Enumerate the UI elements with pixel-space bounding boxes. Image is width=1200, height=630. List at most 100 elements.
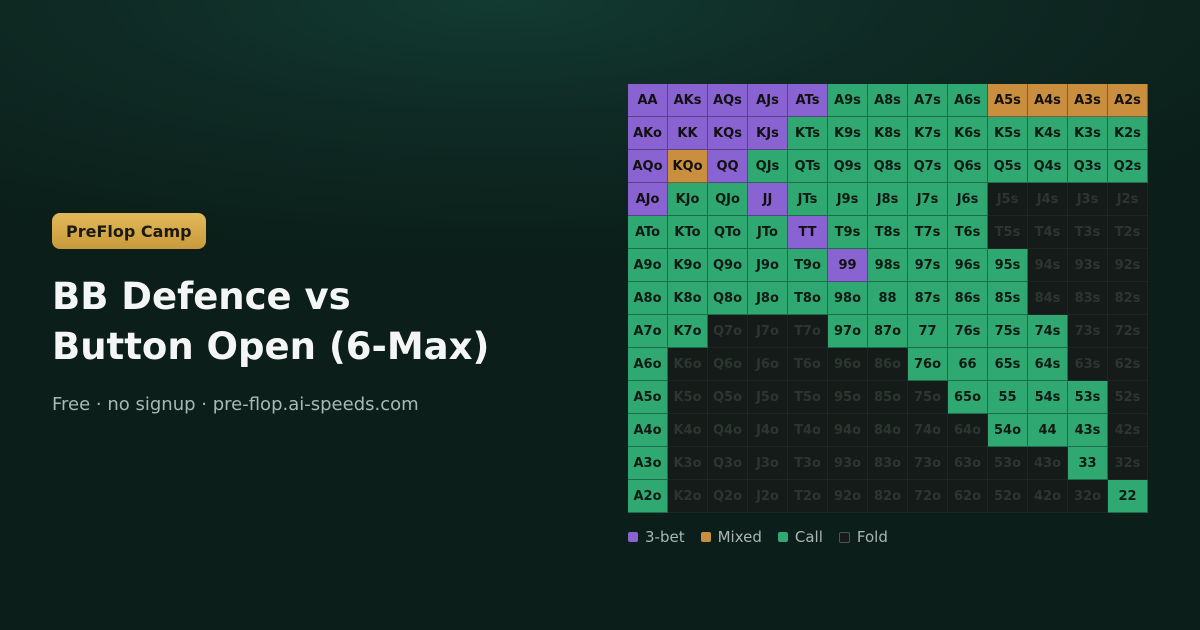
- hand-cell-98o: 98o: [828, 282, 868, 315]
- hand-cell-74o: 74o: [908, 414, 948, 447]
- hand-cell-K2s: K2s: [1108, 117, 1148, 150]
- page-title: BB Defence vs Button Open (6-Max): [52, 272, 572, 372]
- hand-cell-KJs: KJs: [748, 117, 788, 150]
- hand-cell-T8o: T8o: [788, 282, 828, 315]
- hand-cell-86s: 86s: [948, 282, 988, 315]
- hand-cell-QQ: QQ: [708, 150, 748, 183]
- hand-cell-85s: 85s: [988, 282, 1028, 315]
- hand-cell-42o: 42o: [1028, 480, 1068, 513]
- hand-cell-T3o: T3o: [788, 447, 828, 480]
- hand-cell-64o: 64o: [948, 414, 988, 447]
- hand-cell-T4o: T4o: [788, 414, 828, 447]
- hand-cell-T7s: T7s: [908, 216, 948, 249]
- hand-cell-Q8o: Q8o: [708, 282, 748, 315]
- hand-cell-55: 55: [988, 381, 1028, 414]
- hand-cell-K9o: K9o: [668, 249, 708, 282]
- hand-cell-KQs: KQs: [708, 117, 748, 150]
- hand-cell-85o: 85o: [868, 381, 908, 414]
- hand-cell-63s: 63s: [1068, 348, 1108, 381]
- hand-cell-K6o: K6o: [668, 348, 708, 381]
- hand-cell-KK: KK: [668, 117, 708, 150]
- hand-cell-J8s: J8s: [868, 183, 908, 216]
- hand-cell-T2s: T2s: [1108, 216, 1148, 249]
- hand-cell-95s: 95s: [988, 249, 1028, 282]
- legend-swatch-3bet: [628, 532, 638, 542]
- hand-cell-J7s: J7s: [908, 183, 948, 216]
- range-chart-grid: AA AKs AQs AJs ATs A9s A8s A7s A6s A5s A4s A3s A2s AK…: [628, 84, 1148, 513]
- hand-cell-JJ: JJ: [748, 183, 788, 216]
- legend-swatch-mixed: [700, 532, 711, 542]
- hand-cell-54s: 54s: [1028, 381, 1068, 414]
- hand-cell-A5s: A5s: [988, 84, 1028, 117]
- hand-cell-73o: 73o: [908, 447, 948, 480]
- legend-item-3bet: 3-bet: [628, 528, 685, 546]
- hand-cell-A7o: A7o: [628, 315, 668, 348]
- legend-item-fold: Fold: [838, 528, 888, 546]
- hand-cell-J5o: J5o: [748, 381, 788, 414]
- hand-cell-99: 99: [828, 249, 868, 282]
- hand-cell-A4o: A4o: [628, 414, 668, 447]
- hand-cell-AKo: AKo: [628, 117, 668, 150]
- hand-cell-44: 44: [1028, 414, 1068, 447]
- hand-cell-76o: 76o: [908, 348, 948, 381]
- hand-cell-32o: 32o: [1068, 480, 1108, 513]
- hand-cell-77: 77: [908, 315, 948, 348]
- hand-cell-T6o: T6o: [788, 348, 828, 381]
- hand-cell-52s: 52s: [1108, 381, 1148, 414]
- hand-cell-33: 33: [1068, 447, 1108, 480]
- legend-swatch-fold: [838, 531, 850, 543]
- hand-cell-K9s: K9s: [828, 117, 868, 150]
- hand-cell-43s: 43s: [1068, 414, 1108, 447]
- chart-legend: 3-bet Mixed Call Fold: [628, 528, 904, 546]
- hand-cell-92o: 92o: [828, 480, 868, 513]
- hand-cell-J8o: J8o: [748, 282, 788, 315]
- hand-cell-42s: 42s: [1108, 414, 1148, 447]
- hand-cell-A3s: A3s: [1068, 84, 1108, 117]
- hand-cell-A4s: A4s: [1028, 84, 1068, 117]
- hand-cell-J7o: J7o: [748, 315, 788, 348]
- hand-cell-82s: 82s: [1108, 282, 1148, 315]
- hand-cell-96o: 96o: [828, 348, 868, 381]
- hand-cell-62o: 62o: [948, 480, 988, 513]
- hand-cell-A9o: A9o: [628, 249, 668, 282]
- hand-cell-52o: 52o: [988, 480, 1028, 513]
- hand-cell-A5o: A5o: [628, 381, 668, 414]
- hand-cell-K2o: K2o: [668, 480, 708, 513]
- hand-cell-KTo: KTo: [668, 216, 708, 249]
- hand-cell-KJo: KJo: [668, 183, 708, 216]
- brand-badge: PreFlop Camp: [52, 213, 206, 249]
- hand-cell-ATs: ATs: [788, 84, 828, 117]
- hand-cell-65o: 65o: [948, 381, 988, 414]
- hand-cell-63o: 63o: [948, 447, 988, 480]
- legend-swatch-call: [777, 532, 788, 542]
- hand-cell-JTo: JTo: [748, 216, 788, 249]
- legend-label-call: Call: [794, 528, 823, 546]
- hand-cell-J2o: J2o: [748, 480, 788, 513]
- hand-cell-A9s: A9s: [828, 84, 868, 117]
- hand-cell-Q7o: Q7o: [708, 315, 748, 348]
- hand-cell-J3o: J3o: [748, 447, 788, 480]
- hand-cell-K7s: K7s: [908, 117, 948, 150]
- hand-cell-QJs: QJs: [748, 150, 788, 183]
- hand-cell-A2o: A2o: [628, 480, 668, 513]
- hand-cell-54o: 54o: [988, 414, 1028, 447]
- hand-cell-84o: 84o: [868, 414, 908, 447]
- hand-cell-AQs: AQs: [708, 84, 748, 117]
- hand-cell-96s: 96s: [948, 249, 988, 282]
- title-line-2: Button Open (6-Max): [52, 325, 490, 368]
- hand-cell-A8s: A8s: [868, 84, 908, 117]
- hand-cell-43o: 43o: [1028, 447, 1068, 480]
- hand-cell-A6o: A6o: [628, 348, 668, 381]
- title-line-1: BB Defence vs: [52, 275, 351, 318]
- hand-cell-66: 66: [948, 348, 988, 381]
- hand-cell-87s: 87s: [908, 282, 948, 315]
- hand-cell-A7s: A7s: [908, 84, 948, 117]
- hand-cell-K4o: K4o: [668, 414, 708, 447]
- hand-cell-K8s: K8s: [868, 117, 908, 150]
- hand-cell-93s: 93s: [1068, 249, 1108, 282]
- hand-cell-J9s: J9s: [828, 183, 868, 216]
- subtitle: Free · no signup · pre-flop.ai-speeds.co…: [52, 394, 419, 415]
- legend-label-fold: Fold: [856, 528, 888, 546]
- hand-cell-QTs: QTs: [788, 150, 828, 183]
- hand-cell-87o: 87o: [868, 315, 908, 348]
